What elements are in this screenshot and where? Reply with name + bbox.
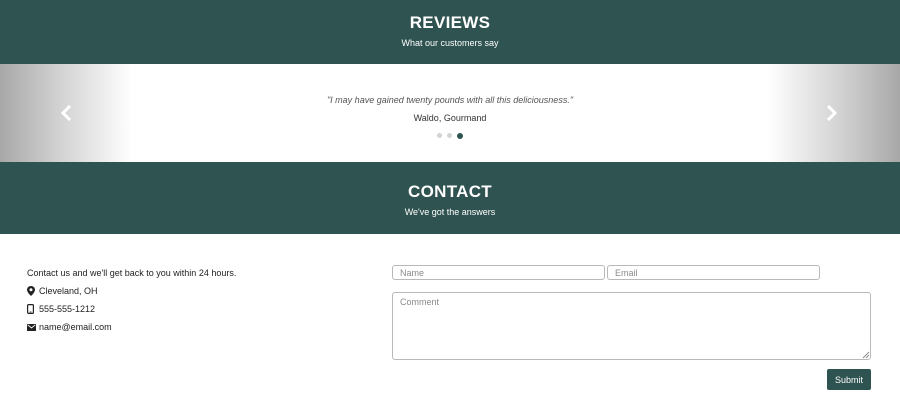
contact-title: CONTACT: [408, 182, 492, 201]
email-input[interactable]: [607, 265, 820, 280]
resize-grip-icon[interactable]: [862, 351, 870, 359]
carousel-dot-1[interactable]: [437, 133, 442, 138]
reviews-title: REVIEWS: [409, 13, 491, 32]
contact-header: CONTACT We've got the answers: [0, 162, 900, 234]
contact-intro-text: Contact us and we'll get back to you wit…: [27, 268, 237, 278]
reviews-subtitle: What our customers say: [401, 38, 499, 48]
carousel-indicators: [0, 132, 900, 139]
contact-intro: Contact us and we'll get back to you wit…: [27, 264, 236, 282]
map-marker-icon: [27, 286, 38, 296]
carousel-dot-2[interactable]: [447, 133, 452, 138]
contact-phone-text: 555-555-1212: [39, 304, 96, 314]
contact-location: Cleveland, OH: [27, 282, 236, 300]
contact-info: Contact us and we'll get back to you wit…: [27, 264, 236, 336]
contact-phone: 555-555-1212: [27, 300, 236, 318]
reviews-header: REVIEWS What our customers say: [0, 0, 900, 64]
name-input[interactable]: [392, 265, 605, 280]
contact-subtitle: We've got the answers: [404, 207, 496, 217]
contact-email-text: name@email.com: [39, 322, 112, 332]
reviews-carousel: "I may have gained twenty pounds with al…: [0, 64, 900, 162]
contact-location-text: Cleveland, OH: [39, 286, 98, 296]
submit-button[interactable]: Submit: [827, 369, 871, 390]
review-quote: "I may have gained twenty pounds with al…: [326, 95, 574, 105]
carousel-dot-3[interactable]: [457, 132, 463, 139]
comment-textarea[interactable]: [392, 292, 871, 360]
envelope-icon: [27, 323, 38, 331]
review-author: Waldo, Gourmand: [413, 113, 487, 123]
contact-email: name@email.com: [27, 318, 236, 336]
phone-icon: [27, 304, 38, 314]
